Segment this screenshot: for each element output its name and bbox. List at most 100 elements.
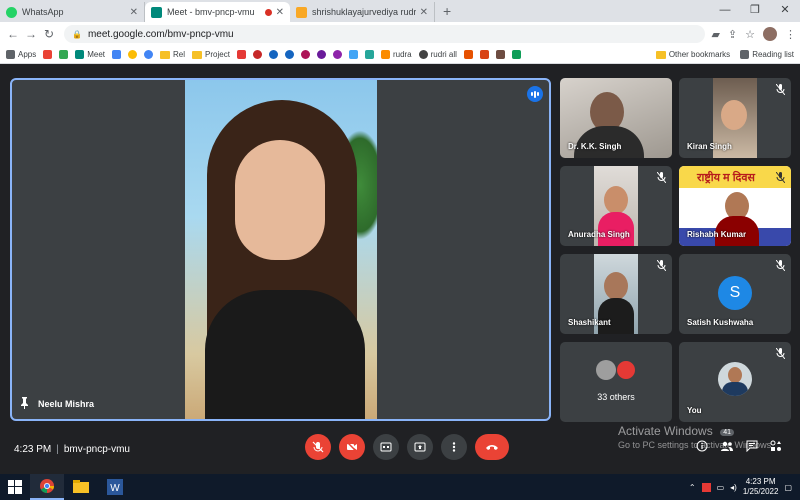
- pin-icon[interactable]: [20, 397, 29, 409]
- bookmark-site-8[interactable]: [364, 50, 374, 59]
- bookmark-sheets[interactable]: [511, 50, 521, 59]
- participant-tile[interactable]: Kiran Singh: [679, 78, 791, 158]
- present-button[interactable]: [407, 434, 433, 460]
- bookmark-site-4[interactable]: [300, 50, 310, 59]
- back-icon[interactable]: ←: [4, 27, 22, 41]
- bookmark-label: rudri all: [430, 50, 457, 59]
- more-options-button[interactable]: [441, 434, 467, 460]
- bookmark-site-7[interactable]: [348, 50, 358, 59]
- bookmark-label: rudra: [392, 50, 412, 59]
- mic-off-icon: [657, 172, 666, 183]
- reading-list-icon: [740, 50, 750, 59]
- reload-icon[interactable]: ↻: [40, 27, 58, 41]
- others-tile[interactable]: 33 others: [560, 342, 672, 422]
- bookmark-rudra[interactable]: rudra: [380, 50, 412, 59]
- bookmark-site-5[interactable]: [316, 50, 326, 59]
- system-clock[interactable]: 4:23 PM 1/25/2022: [743, 477, 779, 497]
- bookmark-translate[interactable]: [112, 50, 122, 59]
- bookmark-site-2[interactable]: [268, 50, 278, 59]
- others-count: 33 others: [597, 392, 635, 402]
- more-vert-icon: [452, 442, 456, 452]
- bookmark-t[interactable]: [236, 50, 246, 59]
- tab-meet[interactable]: Meet - bmv-pncp-vmu ✕: [145, 2, 290, 22]
- system-tray: ⌃ ▭ ◂) 4:23 PM 1/25/2022 ▢: [689, 477, 800, 497]
- bookmark-site-9[interactable]: [479, 50, 489, 59]
- maximize-icon[interactable]: ❐: [740, 0, 770, 22]
- tab-whatsapp[interactable]: WhatsApp ✕: [0, 2, 145, 22]
- site-icon: [479, 50, 489, 59]
- new-tab-button[interactable]: +: [435, 2, 459, 22]
- notifications-icon[interactable]: ▢: [784, 483, 792, 492]
- participant-name: Anuradha Singh: [568, 230, 630, 239]
- bookmark-site-1[interactable]: [252, 50, 262, 59]
- bookmark-drive[interactable]: [59, 50, 69, 59]
- tab-rudrashtadhyayi[interactable]: shrishuklayajurvediya rudrAShTAdhyAyi ✕: [290, 2, 435, 22]
- bookmark-site-3[interactable]: [284, 50, 294, 59]
- forward-icon[interactable]: →: [22, 27, 40, 41]
- menu-icon[interactable]: ⋮: [785, 28, 796, 41]
- bookmark-google-2[interactable]: [144, 50, 154, 59]
- participant-head: [604, 186, 628, 214]
- meet-stage: Neelu Mishra Dr. K.K. Singh Kiran Singh …: [0, 64, 800, 474]
- tab-title: shrishuklayajurvediya rudrAShTAdhyAyi: [312, 7, 416, 17]
- apps-grid-icon: [6, 50, 15, 59]
- captions-button[interactable]: [373, 434, 399, 460]
- participant-tile[interactable]: राष्ट्रीय म दिवस Rishabh Kumar: [679, 166, 791, 246]
- bookmark-apps[interactable]: Apps: [6, 50, 36, 59]
- profile-avatar[interactable]: [763, 27, 777, 41]
- participant-tile[interactable]: Anuradha Singh: [560, 166, 672, 246]
- bookmark-rel[interactable]: Rel: [160, 50, 185, 59]
- volume-icon[interactable]: ◂): [730, 483, 737, 492]
- star-icon[interactable]: ☆: [745, 28, 755, 41]
- globe-icon: [418, 50, 428, 59]
- close-window-icon[interactable]: ✕: [770, 0, 800, 22]
- site-icon: [495, 50, 505, 59]
- camera-toggle-button[interactable]: [339, 434, 365, 460]
- mic-off-icon: [776, 260, 785, 271]
- participant-name: You: [687, 406, 702, 415]
- bookmark-gmail[interactable]: [43, 50, 53, 59]
- bookmark-swastika[interactable]: [463, 50, 473, 59]
- bookmark-google[interactable]: [128, 50, 138, 59]
- participant-tile[interactable]: Dr. K.K. Singh: [560, 78, 672, 158]
- taskbar-word[interactable]: W: [98, 474, 132, 500]
- taskbar-file-explorer[interactable]: [64, 474, 98, 500]
- google-icon: [144, 50, 154, 59]
- bookmark-project[interactable]: Project: [192, 50, 230, 59]
- page-icon: [296, 6, 307, 18]
- separator: |: [56, 444, 59, 455]
- tab-title: Meet - bmv-pncp-vmu: [167, 7, 255, 17]
- bookmark-meet[interactable]: Meet: [75, 50, 105, 59]
- address-bar[interactable]: 🔒 meet.google.com/bmv-pncp-vmu: [64, 25, 706, 43]
- share-icon[interactable]: ⇪: [728, 28, 737, 41]
- clock-time: 4:23 PM: [745, 477, 776, 486]
- participant-count-badge: 41: [720, 429, 734, 436]
- close-icon[interactable]: ✕: [276, 7, 284, 18]
- chevron-up-icon[interactable]: ⌃: [689, 483, 696, 492]
- bookmark-label: Apps: [18, 50, 37, 59]
- network-icon[interactable]: ▭: [717, 483, 725, 492]
- drive-icon: [59, 50, 69, 59]
- taskbar-chrome[interactable]: [30, 474, 64, 500]
- mic-toggle-button[interactable]: [305, 434, 331, 460]
- windows-taskbar: W ⌃ ▭ ◂) 4:23 PM 1/25/2022 ▢: [0, 474, 800, 500]
- bookmark-site-6[interactable]: [332, 50, 342, 59]
- svg-text:W: W: [110, 483, 120, 494]
- minimize-icon[interactable]: —: [710, 0, 740, 22]
- camera-icon[interactable]: ▰: [711, 28, 719, 41]
- reading-list[interactable]: Reading list: [740, 50, 794, 59]
- other-bookmarks[interactable]: Other bookmarks: [655, 50, 730, 59]
- main-participant-tile[interactable]: Neelu Mishra: [10, 78, 551, 421]
- present-screen-icon: [414, 442, 426, 452]
- close-icon[interactable]: ✕: [420, 7, 428, 18]
- antivirus-icon[interactable]: [701, 482, 711, 492]
- close-icon[interactable]: ✕: [130, 7, 138, 18]
- participant-tile[interactable]: S Satish Kushwaha: [679, 254, 791, 334]
- leave-call-button[interactable]: [475, 434, 509, 460]
- bookmark-rudri-all[interactable]: rudri all: [418, 50, 457, 59]
- bookmark-site-10[interactable]: [495, 50, 505, 59]
- start-button[interactable]: [0, 474, 30, 500]
- speaking-indicator-icon: [527, 86, 543, 102]
- participant-tile[interactable]: Shashikant: [560, 254, 672, 334]
- self-tile[interactable]: You: [679, 342, 791, 422]
